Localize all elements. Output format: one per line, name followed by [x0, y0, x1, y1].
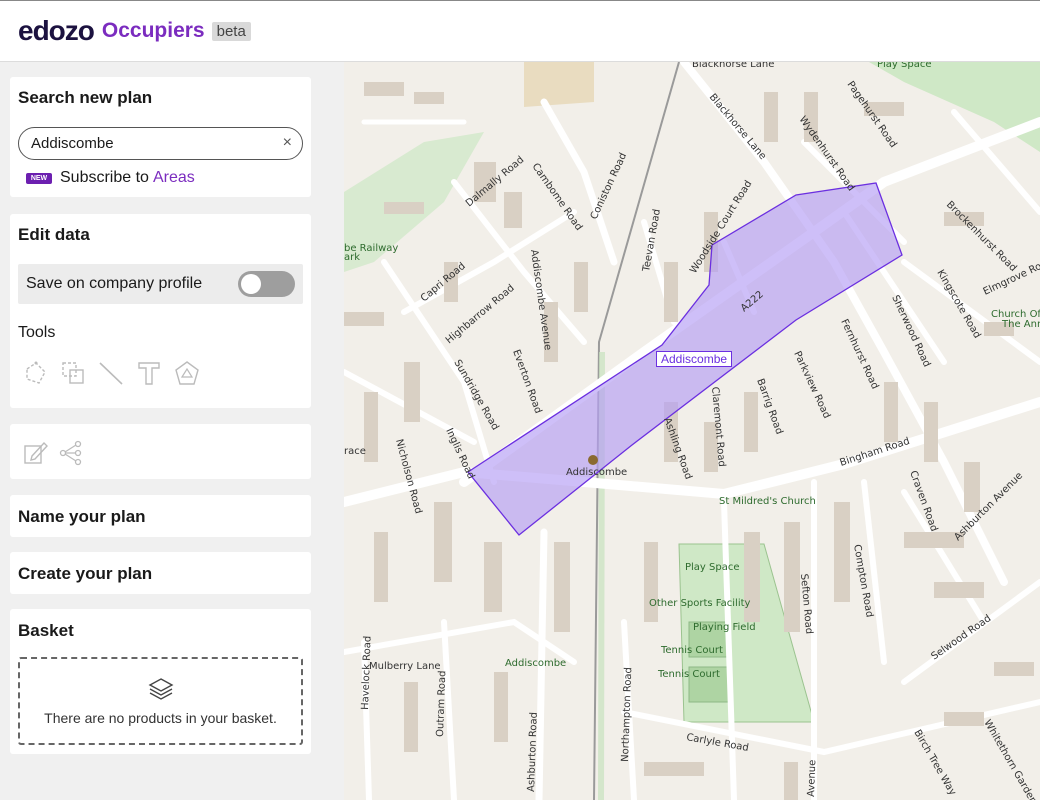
product-name: Occupiers: [101, 19, 205, 42]
search-panel-title: Search new plan: [18, 88, 153, 107]
plan-area-label[interactable]: Addiscombe: [656, 351, 733, 367]
place-label: The Ann: [1001, 319, 1040, 330]
network-icon[interactable]: [58, 440, 84, 466]
edozo-logo[interactable]: edozo: [18, 15, 95, 47]
search-input[interactable]: Addiscombe ×: [18, 127, 303, 160]
place-label: St Mildred's Church: [719, 496, 816, 507]
top-bar: edozo Occupiers beta: [0, 0, 1040, 62]
road-label: Birch Tree Way: [911, 728, 957, 798]
road-label: Selwood Road: [929, 613, 993, 662]
road-label: Outram Road: [435, 670, 448, 737]
road-label: Wydenhurst Road: [797, 114, 857, 193]
road-label: Mulberry Lane: [369, 661, 441, 672]
edit-data-panel: Edit data Save on company profile Tools: [10, 214, 311, 408]
road-label: Teevan Road: [641, 208, 663, 273]
road-label: Kingscote Road: [934, 268, 982, 340]
road-label: Whitethorn Gardens: [981, 718, 1040, 800]
save-company-profile-toggle[interactable]: [238, 271, 295, 297]
toggle-knob: [241, 274, 261, 294]
line-icon[interactable]: [98, 360, 124, 386]
create-plan-title: Create your plan: [18, 564, 153, 583]
edit-icon[interactable]: [22, 440, 48, 466]
place-label: ark: [344, 252, 360, 263]
basket-title: Basket: [18, 621, 74, 640]
place-label: Addiscombe: [566, 467, 627, 478]
sidebar: Search new plan Addiscombe × NEW Subscri…: [0, 62, 344, 800]
place-label: Tennis Court: [657, 669, 720, 680]
place-label: Addiscombe: [505, 658, 566, 669]
road-label: Parkview Road: [791, 350, 832, 421]
map-view[interactable]: Addiscombe St Mildred's Church Play Spac…: [344, 62, 1040, 800]
road-label: Everton Road: [510, 348, 543, 415]
new-badge: NEW: [26, 172, 52, 184]
save-company-profile-row: Save on company profile: [18, 264, 303, 304]
save-company-profile-label: Save on company profile: [26, 275, 203, 292]
place-label: Play Space: [877, 62, 932, 70]
road-label: Blackhorse Lane: [692, 62, 774, 70]
areas-link[interactable]: Areas: [153, 169, 195, 187]
subscribe-row: NEW Subscribe to Areas: [26, 169, 195, 187]
place-label: Playing Field: [693, 622, 756, 633]
basket-empty-state: There are no products in your basket.: [18, 657, 303, 745]
road-label: Coniston Road: [589, 151, 629, 221]
place-label: Tennis Court: [660, 645, 723, 656]
name-plan-title: Name your plan: [18, 507, 146, 526]
road-label: Havelock Road: [360, 636, 374, 711]
basket-panel: Basket There are no products in your bas…: [10, 609, 311, 754]
road-label: Avenue: [806, 760, 818, 798]
place-label: Other Sports Facility: [649, 598, 751, 609]
road-label: Blackhorse Lane: [707, 92, 768, 162]
actions-row: [22, 440, 84, 466]
layers-icon: [148, 678, 173, 700]
road-label: Brockenhurst Road: [944, 199, 1019, 274]
beta-badge: beta: [211, 21, 251, 41]
place-label: Play Space: [685, 562, 740, 573]
road-label: Barrig Road: [754, 377, 784, 436]
map-canvas[interactable]: Addiscombe St Mildred's Church Play Spac…: [344, 62, 1040, 800]
clear-search-icon[interactable]: ×: [283, 134, 292, 152]
station-marker: [588, 455, 598, 465]
text-icon[interactable]: [136, 360, 162, 386]
road-label: Bingham Road: [839, 436, 912, 469]
create-plan-panel[interactable]: Create your plan: [10, 552, 311, 594]
name-plan-panel[interactable]: Name your plan: [10, 495, 311, 537]
place-label: race: [344, 446, 366, 457]
actions-panel: [10, 424, 311, 479]
shape-icon[interactable]: [174, 360, 200, 386]
basket-empty-text: There are no products in your basket.: [44, 710, 277, 726]
tools-title: Tools: [18, 324, 56, 341]
select-area-icon[interactable]: [60, 360, 86, 386]
search-input-value: Addiscombe: [31, 135, 114, 152]
road-label: Nicholson Road: [393, 438, 424, 515]
subscribe-text: Subscribe to: [60, 169, 149, 186]
draw-polygon-icon[interactable]: [22, 360, 48, 386]
search-panel: Search new plan Addiscombe × NEW Subscri…: [10, 77, 311, 197]
edit-data-title: Edit data: [18, 225, 90, 244]
tools-row: [22, 360, 200, 386]
